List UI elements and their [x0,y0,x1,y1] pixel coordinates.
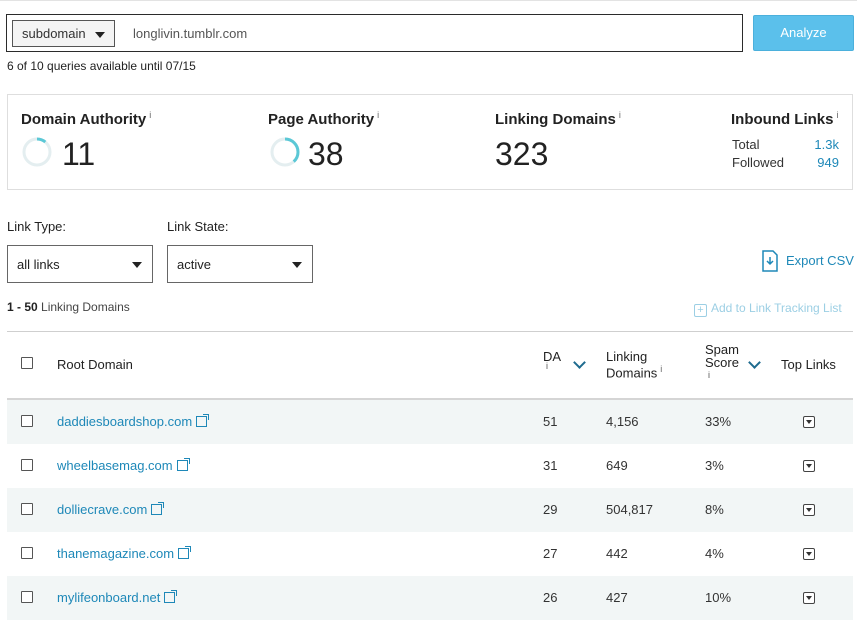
root-domain-cell[interactable]: wheelbasemag.com [57,458,190,473]
linking-domains-header[interactable]: Linking Domains i [606,349,662,380]
link-type-select[interactable]: all links [7,245,153,283]
inbound-total-value[interactable]: 1.3k [799,137,839,152]
row-checkbox[interactable] [21,503,33,515]
spam-score-cell: 33% [705,414,732,429]
scope-select-value: subdomain [22,26,86,41]
info-icon[interactable]: i [705,369,739,382]
table-row: mylifeonboard.net 26 427 10% [7,576,853,620]
page-authority-title: Page Authority i [268,110,380,128]
chevron-down-icon [292,262,302,268]
external-link-icon[interactable] [151,502,165,515]
chevron-down-icon [132,262,142,268]
da-cell: 26 [543,590,558,605]
query-quota: 6 of 10 queries available until 07/15 [7,59,196,73]
row-checkbox[interactable] [21,547,33,559]
spam-score-cell: 8% [705,502,724,517]
table-row: wheelbasemag.com 31 649 3% [7,444,853,488]
top-links-dropdown-icon[interactable] [803,460,815,472]
da-cell: 31 [543,458,558,473]
row-checkbox[interactable] [21,459,33,471]
info-icon[interactable]: i [149,110,151,120]
da-cell: 51 [543,414,558,429]
metrics-panel [7,94,853,190]
export-csv-label: Export CSV [786,253,854,268]
plus-icon: + [694,304,707,317]
link-state-select[interactable]: active [167,245,313,283]
link-state-value: active [177,257,211,272]
link-state-label: Link State: [167,219,229,234]
da-cell: 27 [543,546,558,561]
inbound-total-label: Total [732,137,760,152]
link-type-label: Link Type: [7,219,67,234]
select-all-checkbox[interactable] [21,357,33,369]
external-link-icon[interactable] [176,458,190,471]
top-links-dropdown-icon[interactable] [803,548,815,560]
external-link-icon[interactable] [178,546,192,559]
table-row: daddiesboardshop.com 51 4,156 33% [7,400,853,444]
scope-select[interactable]: subdomain [12,20,115,47]
row-checkbox[interactable] [21,591,33,603]
sort-chevron-icon[interactable] [573,356,586,369]
info-icon[interactable]: i [377,110,379,120]
root-domain-cell[interactable]: dolliecrave.com [57,502,165,517]
table-row: thanemagazine.com 27 442 4% [7,532,853,576]
linking-domains-cell: 649 [606,458,628,473]
page-authority-ring [270,137,300,167]
info-icon[interactable]: i [546,361,548,371]
top-links-dropdown-icon[interactable] [803,504,815,516]
linking-domains-cell: 504,817 [606,502,653,517]
domain-authority-value: 11 [62,136,96,172]
search-bar [6,14,743,52]
linking-domains-cell: 427 [606,590,628,605]
linking-domains-cell: 442 [606,546,628,561]
domain-authority-ring [22,137,52,167]
analyze-button[interactable]: Analyze [753,15,854,51]
root-domain-cell[interactable]: thanemagazine.com [57,546,192,561]
linking-domains-title: Linking Domains i [495,110,621,128]
info-icon[interactable]: i [660,364,662,374]
external-link-icon[interactable] [196,414,210,427]
row-checkbox[interactable] [21,415,33,427]
table-top-divider [7,331,853,332]
inbound-followed-value[interactable]: 949 [799,155,839,170]
linking-domains-value: 323 [495,136,549,172]
top-links-dropdown-icon[interactable] [803,416,815,428]
root-domain-cell[interactable]: mylifeonboard.net [57,590,178,605]
add-to-tracking-button[interactable]: + Add to Link Tracking List [694,301,842,317]
page-authority-value: 38 [308,136,344,172]
external-link-icon[interactable] [164,590,178,603]
top-links-dropdown-icon[interactable] [803,592,815,604]
top-divider [0,0,857,1]
spam-score-cell: 3% [705,458,724,473]
inbound-followed-label: Followed [732,155,785,170]
link-type-value: all links [17,257,60,272]
da-cell: 29 [543,502,558,517]
results-range: 1 - 50 Linking Domains [7,300,130,314]
table-row: dolliecrave.com 29 504,817 8% [7,488,853,532]
search-input[interactable]: longlivin.tumblr.com [133,26,247,41]
top-links-header: Top Links [781,357,836,372]
inbound-links-title: Inbound Links i [731,110,839,128]
sort-chevron-icon[interactable] [748,356,761,369]
spam-score-cell: 10% [705,590,732,605]
chevron-down-icon [95,32,105,38]
root-domain-cell[interactable]: daddiesboardshop.com [57,414,210,429]
info-icon[interactable]: i [619,110,621,120]
spam-score-cell: 4% [705,546,724,561]
domain-authority-title: Domain Authority i [21,110,152,128]
spam-score-header[interactable]: Spam Score i [705,343,739,382]
info-icon[interactable]: i [837,110,839,120]
root-domain-header[interactable]: Root Domain [57,357,133,372]
linking-domains-cell: 4,156 [606,414,639,429]
download-file-icon [762,250,778,272]
